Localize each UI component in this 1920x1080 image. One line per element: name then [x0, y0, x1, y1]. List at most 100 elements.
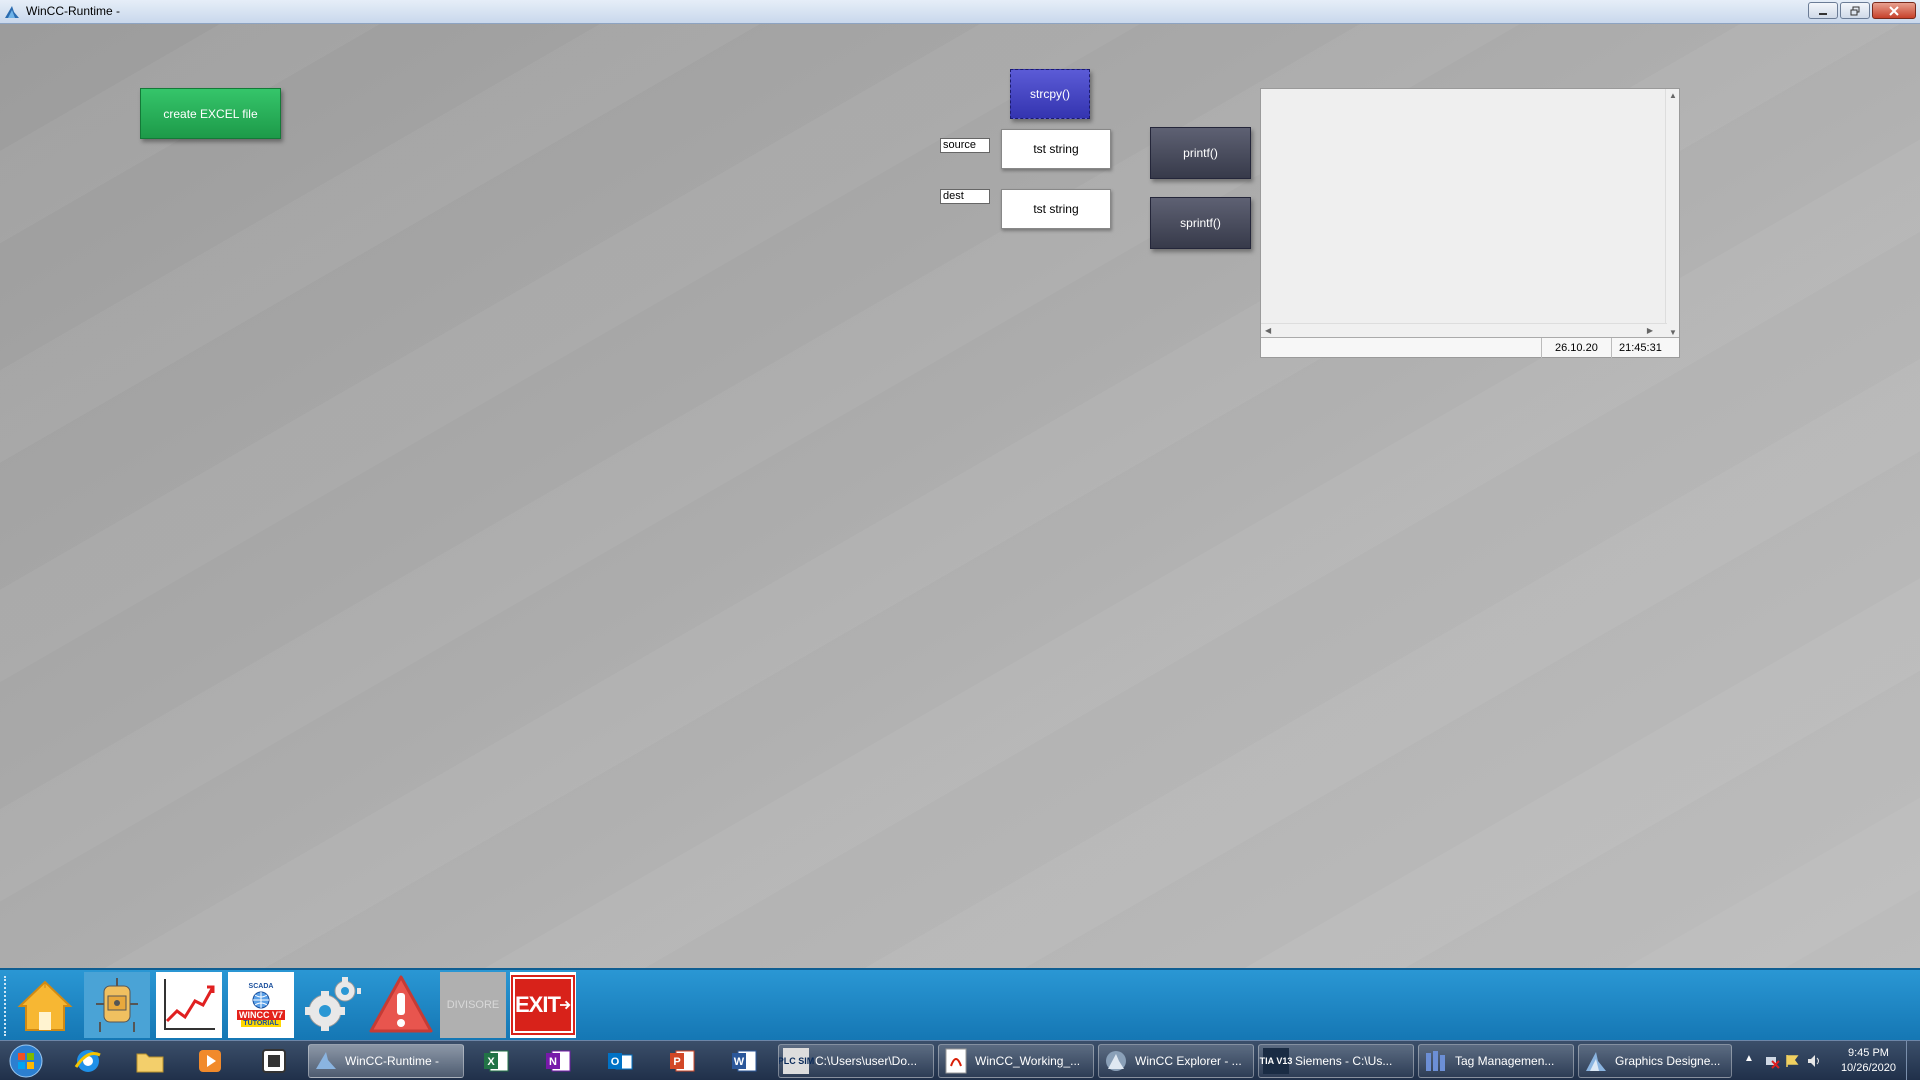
- onenote-icon: N: [546, 1050, 571, 1072]
- taskbar-media-player[interactable]: [190, 1045, 230, 1077]
- vertical-scrollbar[interactable]: ▲ ▼: [1665, 89, 1679, 339]
- plcsim-icon: PLC SIM: [779, 1048, 814, 1074]
- outlook-icon: O: [608, 1053, 633, 1070]
- exit-arrow-icon: [559, 1000, 571, 1010]
- powerpoint-icon: P: [670, 1050, 695, 1072]
- taskbar-powerpoint[interactable]: P: [662, 1045, 702, 1077]
- svg-text:W: W: [734, 1056, 745, 1068]
- clock-date: 10/26/2020: [1840, 1062, 1896, 1074]
- source-label: source: [940, 138, 990, 153]
- task-pdf[interactable]: WinCC_Working_...: [938, 1044, 1094, 1078]
- nav-grip: [4, 976, 7, 1036]
- warning-icon: [369, 975, 433, 1033]
- scroll-right-icon[interactable]: ▶: [1647, 326, 1653, 335]
- start-button[interactable]: [6, 1044, 46, 1078]
- tank-icon: [96, 978, 138, 1032]
- task-label: Tag Managemen...: [1455, 1054, 1555, 1068]
- restore-icon: [1850, 6, 1860, 15]
- taskbar-word[interactable]: W: [724, 1045, 764, 1077]
- internet-explorer-icon: [74, 1050, 101, 1072]
- task-wincc-runtime[interactable]: WinCC-Runtime -: [308, 1044, 464, 1078]
- restore-button[interactable]: [1840, 2, 1870, 19]
- svg-text:O: O: [611, 1056, 620, 1068]
- panel-status-bar: 26.10.20 21:45:31: [1261, 337, 1679, 358]
- nav-trends-button[interactable]: [156, 972, 222, 1038]
- nav-plant-button[interactable]: [84, 972, 150, 1038]
- globe-icon: [252, 991, 270, 1009]
- minimize-button[interactable]: [1808, 2, 1838, 19]
- scroll-left-icon[interactable]: ◀: [1265, 326, 1271, 335]
- close-icon: [1889, 5, 1899, 16]
- show-desktop-button[interactable]: [1906, 1041, 1920, 1080]
- pdf-icon: [945, 1048, 967, 1074]
- sprintf-button[interactable]: sprintf(): [1150, 197, 1251, 249]
- wincc-explorer-icon: [1106, 1051, 1126, 1071]
- strcpy-button[interactable]: strcpy(): [1010, 69, 1090, 119]
- task-label: WinCC Explorer - ...: [1135, 1054, 1242, 1068]
- task-label: WinCC_Working_...: [975, 1054, 1081, 1068]
- close-button[interactable]: [1872, 2, 1916, 19]
- network-warning-icon[interactable]: [1764, 1053, 1780, 1069]
- task-wincc-explorer[interactable]: WinCC Explorer - ...: [1098, 1044, 1254, 1078]
- folder-icon: [136, 1053, 164, 1073]
- source-field[interactable]: tst string: [1001, 129, 1111, 169]
- trend-chart-icon: [164, 979, 215, 1030]
- task-graphics-designer[interactable]: Graphics Designe...: [1578, 1044, 1732, 1078]
- gears-icon: [305, 977, 361, 1031]
- tutorial-text: TUTORIAL: [241, 1020, 281, 1027]
- device-icon: [262, 1049, 286, 1073]
- status-time: 21:45:31: [1619, 342, 1662, 354]
- nav-exit-button[interactable]: EXIT: [510, 972, 576, 1038]
- excel-icon: X: [484, 1050, 509, 1072]
- tia-icon: TIA V13: [1260, 1048, 1292, 1074]
- output-panel[interactable]: ▲ ▼ ◀ ▶ 26.10.20 21:45:31: [1260, 88, 1680, 358]
- window-title: WinCC-Runtime -: [26, 4, 121, 18]
- scroll-down-icon[interactable]: ▼: [1669, 328, 1677, 337]
- minimize-icon: [1819, 12, 1827, 15]
- nav-alarms-button[interactable]: [368, 972, 434, 1038]
- taskbar-explorer[interactable]: [130, 1045, 170, 1077]
- svg-text:N: N: [549, 1056, 557, 1068]
- taskbar-ie[interactable]: [68, 1045, 108, 1077]
- nav-divisore: DIVISORE: [440, 972, 506, 1038]
- create-excel-button[interactable]: create EXCEL file: [140, 88, 281, 139]
- printf-button[interactable]: printf(): [1150, 127, 1251, 179]
- svg-text:X: X: [487, 1056, 495, 1068]
- clock-time: 9:45 PM: [1847, 1047, 1889, 1059]
- svg-text:P: P: [673, 1056, 680, 1068]
- media-player-icon: [199, 1050, 221, 1072]
- wincc-icon: [316, 1052, 336, 1069]
- task-label: Graphics Designe...: [1615, 1054, 1721, 1068]
- taskbar-clock[interactable]: 9:45 PM 10/26/2020: [1841, 1046, 1896, 1076]
- wincc-v7-text: WINCC V7: [236, 1010, 285, 1020]
- task-plcsim[interactable]: PLC SIM C:\Users\user\Do...: [778, 1044, 934, 1078]
- wincc-app-icon: [5, 6, 19, 18]
- action-center-icon[interactable]: [1784, 1053, 1800, 1069]
- scroll-up-icon[interactable]: ▲: [1669, 91, 1677, 100]
- taskbar-excel[interactable]: X: [476, 1045, 516, 1077]
- scada-text: SCADA: [248, 983, 274, 990]
- word-icon: W: [732, 1050, 757, 1072]
- task-label: WinCC-Runtime -: [345, 1054, 440, 1068]
- taskbar-device[interactable]: [254, 1045, 294, 1077]
- nav-scada-logo[interactable]: SCADA WINCC V7 TUTORIAL: [228, 972, 294, 1038]
- nav-settings-button[interactable]: [298, 972, 364, 1038]
- system-tray: ▲ 9:45 PM 10/26/2020: [1740, 1041, 1920, 1080]
- windows-taskbar: WinCC-Runtime - X N O P W PLC SIM C:\Use…: [0, 1040, 1920, 1080]
- title-bar: WinCC-Runtime -: [0, 0, 1920, 24]
- task-tag-management[interactable]: Tag Managemen...: [1418, 1044, 1574, 1078]
- taskbar-onenote[interactable]: N: [538, 1045, 578, 1077]
- task-label: Siemens - C:\Us...: [1295, 1054, 1393, 1068]
- status-date: 26.10.20: [1555, 342, 1598, 354]
- tray-expand-icon[interactable]: ▲: [1744, 1053, 1754, 1064]
- dest-label: dest: [940, 189, 990, 204]
- taskbar-outlook[interactable]: O: [600, 1045, 640, 1077]
- horizontal-scrollbar[interactable]: ◀ ▶: [1261, 323, 1667, 337]
- dest-field[interactable]: tst string: [1001, 189, 1111, 229]
- exit-label: EXIT: [515, 992, 561, 1017]
- volume-icon[interactable]: [1806, 1053, 1822, 1069]
- windows-start-icon: [9, 1044, 43, 1078]
- nav-home-button[interactable]: [12, 972, 78, 1038]
- wincc-nav-bar: SCADA WINCC V7 TUTORIAL DIVISORE EXIT: [0, 968, 1920, 1040]
- task-tia-portal[interactable]: TIA V13 Siemens - C:\Us...: [1258, 1044, 1414, 1078]
